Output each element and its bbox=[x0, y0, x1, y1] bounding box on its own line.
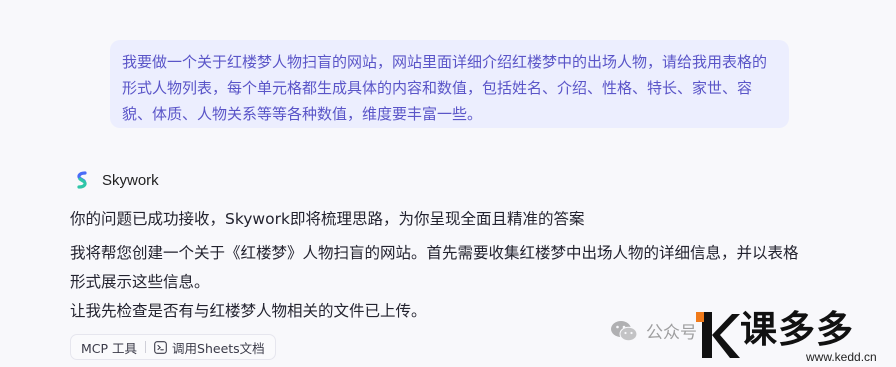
wechat-icon bbox=[611, 320, 638, 341]
kedd-watermark-logo: 课多多 www.kedd.cn bbox=[696, 308, 896, 367]
assistant-message-check: 让我先检查是否有与红楼梦人物相关的文件已上传。 bbox=[70, 302, 427, 320]
tool-call-bar: MCP 工具 调用Sheets文档 bbox=[70, 334, 276, 360]
assistant-message-plan: 我将帮您创建一个关于《红楼梦》人物扫盲的网站。首先需要收集红楼梦中出场人物的详细… bbox=[70, 244, 799, 291]
wechat-watermark: 公众号 bbox=[610, 318, 697, 343]
sheets-tool-chip[interactable]: 调用Sheets文档 bbox=[154, 338, 265, 357]
mcp-tool-label: MCP 工具 bbox=[81, 340, 138, 356]
user-message-text: 我要做一个关于红楼梦人物扫盲的网站，网站里面详细介绍红楼梦中的出场人物，请给我用… bbox=[122, 53, 768, 123]
assistant-header: Skywork bbox=[72, 168, 159, 192]
kedd-logo-url: www.kedd.cn bbox=[806, 350, 877, 364]
kedd-logo-text: 课多多 bbox=[740, 308, 854, 351]
assistant-name: Skywork bbox=[102, 171, 159, 189]
sheets-tool-label: 调用Sheets文档 bbox=[172, 340, 265, 356]
kedd-k-logo-icon bbox=[696, 312, 740, 358]
sheets-icon bbox=[154, 340, 167, 354]
assistant-message-received: 你的问题已成功接收，Skywork即将梳理思路，为你呈现全面且精准的答案 bbox=[70, 210, 585, 228]
skywork-logo-icon bbox=[77, 171, 87, 189]
wechat-watermark-text: 公众号 bbox=[646, 323, 697, 342]
mcp-tool-chip[interactable]: MCP 工具 bbox=[81, 338, 137, 357]
toolbar-divider bbox=[145, 341, 147, 353]
user-message-bubble: 我要做一个关于红楼梦人物扫盲的网站，网站里面详细介绍红楼梦中的出场人物，请给我用… bbox=[110, 40, 789, 128]
